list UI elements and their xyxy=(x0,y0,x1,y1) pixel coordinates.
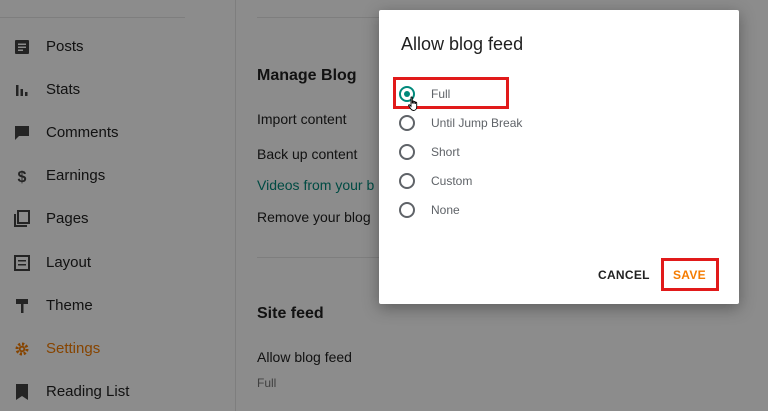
allow-blog-feed-dialog: Allow blog feed Full Until Jump Break Sh… xyxy=(379,10,739,304)
option-short[interactable]: Short xyxy=(399,140,460,164)
hand-cursor-icon xyxy=(407,96,421,117)
dialog-title: Allow blog feed xyxy=(401,34,524,54)
option-custom[interactable]: Custom xyxy=(399,169,472,193)
radio-unchecked-icon[interactable] xyxy=(399,173,415,189)
radio-unchecked-icon[interactable] xyxy=(399,202,415,218)
radio-unchecked-icon[interactable] xyxy=(399,115,415,131)
option-label: Until Jump Break xyxy=(431,116,523,130)
option-label: Short xyxy=(431,145,460,159)
radio-unchecked-icon[interactable] xyxy=(399,144,415,160)
option-label: Custom xyxy=(431,174,473,188)
save-button-highlight xyxy=(661,258,719,291)
cancel-button[interactable]: CANCEL xyxy=(598,268,650,282)
option-label: None xyxy=(431,203,460,217)
option-none[interactable]: None xyxy=(399,198,460,222)
